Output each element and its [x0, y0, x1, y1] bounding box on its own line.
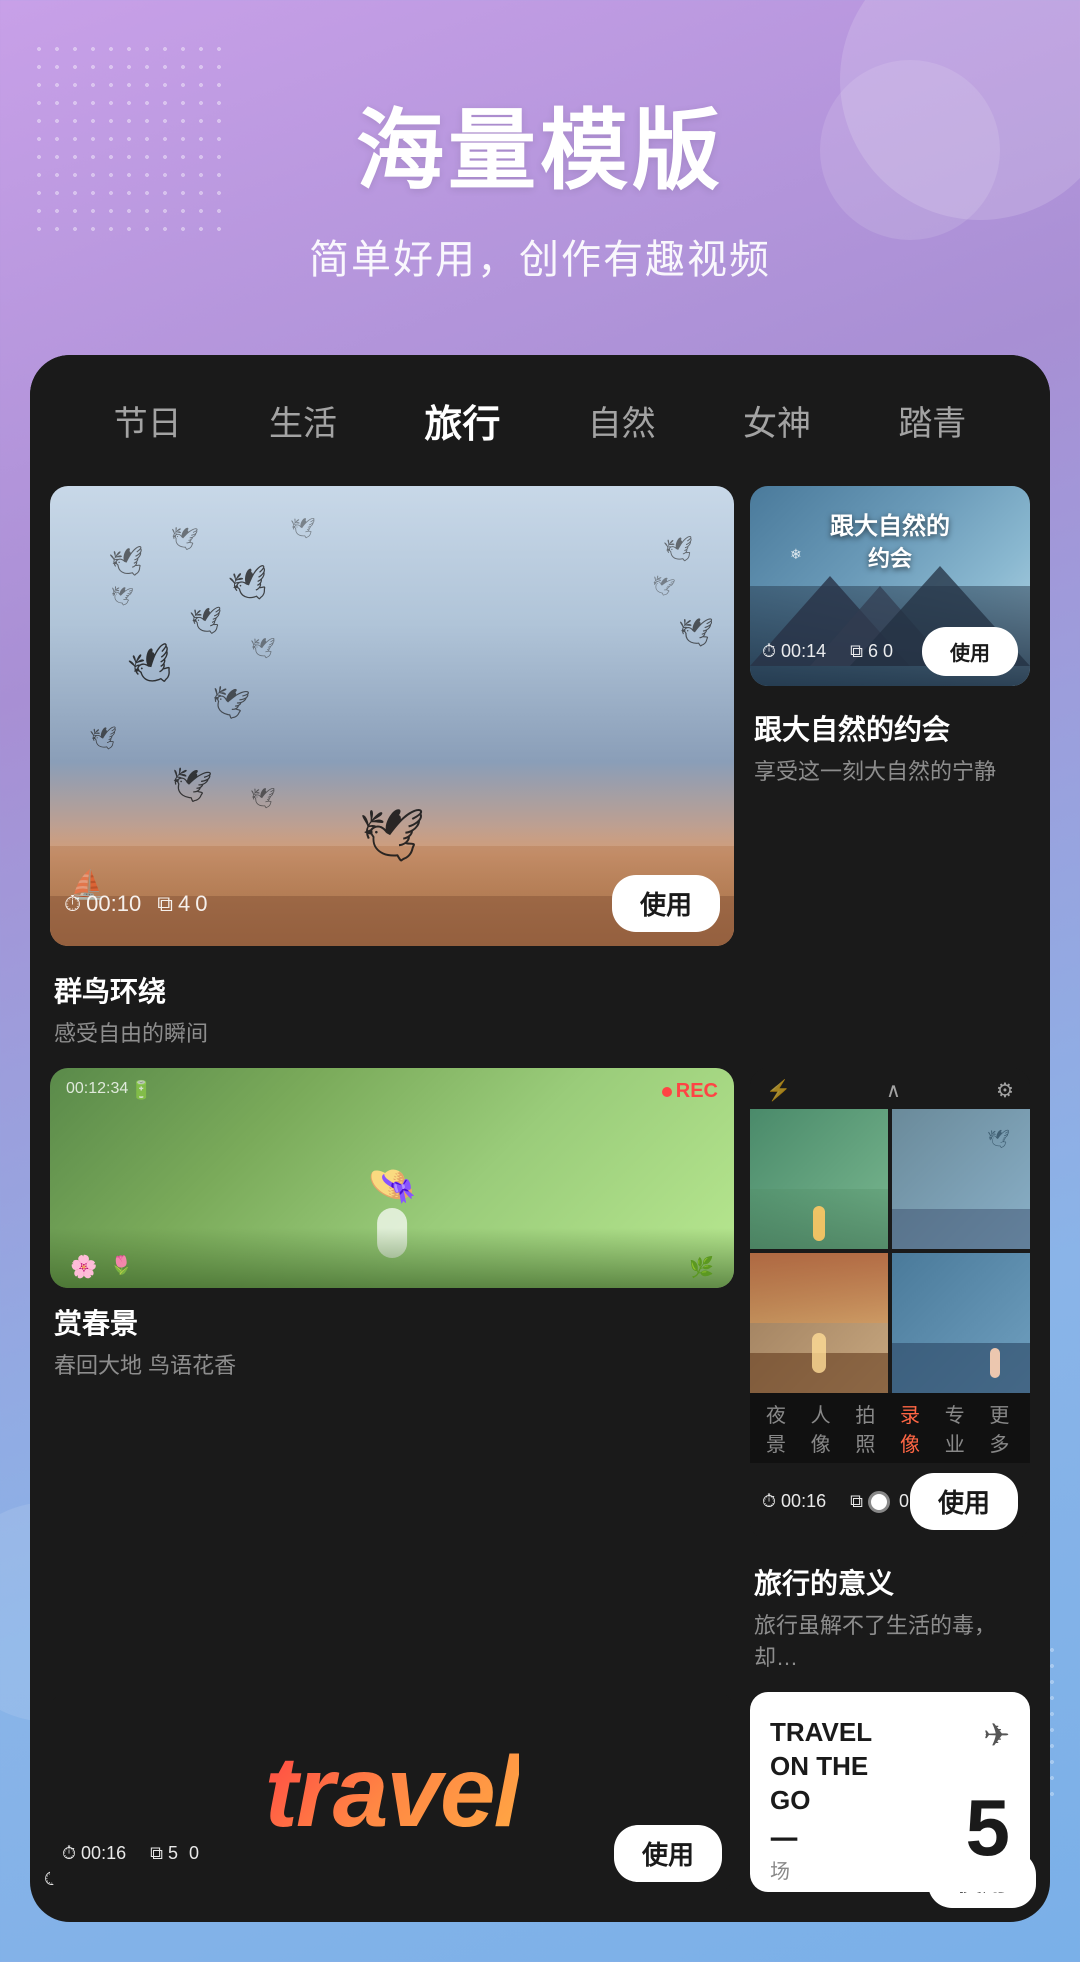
tog-content: TRAVEL ON THE GO 一 场 ✈ 5 [750, 1692, 1030, 1892]
travel-meaning-subtitle: 旅行虽解不了生活的毒，却… [754, 1608, 1026, 1672]
photo-grid-card[interactable]: ⚡ ∧ ⚙ 🕊 [750, 1068, 1030, 1540]
travel-on-go-card[interactable]: TRAVEL ON THE GO 一 场 ✈ 5 [750, 1692, 1030, 1892]
tab-spring-outing[interactable]: 踏青 [894, 388, 970, 453]
header: 海量模版 简单好用，创作有趣视频 [0, 0, 1080, 335]
tab-festival[interactable]: 节日 [110, 388, 186, 453]
birds-desc: 群鸟环绕 感受自由的瞬间 [50, 956, 1030, 1068]
tab-nature[interactable]: 自然 [584, 388, 660, 453]
camera-bar: 夜景 人像 拍照 录像 专业 更多 [750, 1393, 1030, 1463]
grid-photo-3 [750, 1253, 888, 1393]
birds-subtitle: 感受自由的瞬间 [54, 1016, 1026, 1048]
birds-count: ⧉ 4 0 [157, 891, 207, 917]
grid-photo-1 [750, 1109, 888, 1249]
main-card: 节日 生活 旅行 自然 女神 踏青 🕊 🕊 🕊 🕊 🕊 🕊 [30, 355, 1050, 1922]
travel-meaning-title: 旅行的意义 [754, 1562, 1026, 1602]
travel-on-go-section: TRAVEL ON THE GO 一 场 ✈ 5 [750, 1692, 1030, 1892]
cam-portrait: 人像 [811, 1399, 836, 1457]
spring-scene: REC 00:12:34 🔋 👒 🌸 [50, 1068, 734, 1288]
nature-desc: 跟大自然的约会 享受这一刻大自然的宁静 [750, 696, 1030, 802]
photo-grid: 🕊 [750, 1109, 1030, 1393]
page-subtitle: 简单好用，创作有趣视频 [40, 227, 1040, 285]
content-area: 🕊 🕊 🕊 🕊 🕊 🕊 🕊 🕊 🕊 🕊 🕊 🕊 🕊 🕊 🕊 [30, 476, 1050, 1922]
travel-word-meta: ⏱ 00:16 ⧉ 5 0 使用 [62, 1825, 722, 1882]
tab-travel[interactable]: 旅行 [420, 385, 504, 456]
bottom-row: travel ⏱ 00:16 ⧉ 5 0 使用 [50, 1692, 1030, 1892]
travel-duration: 00:16 [781, 1491, 826, 1512]
middle-row: REC 00:12:34 🔋 👒 🌸 [50, 1068, 1030, 1682]
settings-icon: ⚙ [996, 1078, 1014, 1103]
nature-subtitle: 享受这一刻大自然的宁静 [754, 754, 1026, 786]
spring-card[interactable]: REC 00:12:34 🔋 👒 🌸 [50, 1068, 734, 1288]
nature-card[interactable]: 🌲 🌲 跟大自然的 约会 ❄ ⏱ [750, 486, 1030, 686]
spring-title: 赏春景 [54, 1302, 730, 1342]
birds-title: 群鸟环绕 [54, 970, 1026, 1010]
grid-card-meta: ⏱ 00:16 ⧉ 0 使用 [750, 1463, 1030, 1540]
cam-pro: 专业 [945, 1399, 970, 1457]
page-title: 海量模版 [40, 80, 1040, 207]
right-bottom-col: ⚡ ∧ ⚙ 🕊 [750, 1068, 1030, 1682]
nature-duration: 00:14 [781, 641, 826, 662]
clock-icon: ⏱ [64, 891, 81, 917]
right-column: 🌲 🌲 跟大自然的 约会 ❄ ⏱ [750, 486, 1030, 946]
travel-word-use-button[interactable]: 使用 [614, 1825, 722, 1882]
tog-right: ✈ 5 [966, 1716, 1011, 1868]
nature-count: 6 [868, 641, 878, 662]
spring-section: REC 00:12:34 🔋 👒 🌸 [50, 1068, 734, 1682]
nature-title: 跟大自然的约会 [754, 708, 1026, 748]
tog-text-area: TRAVEL ON THE GO 一 场 [770, 1716, 966, 1868]
grid-card-header: ⚡ ∧ ⚙ [750, 1068, 1030, 1109]
tab-goddess[interactable]: 女神 [739, 388, 815, 453]
cam-video: 录像 [900, 1399, 925, 1457]
cam-photo: 拍照 [855, 1399, 880, 1457]
grid-photo-2: 🕊 [892, 1109, 1030, 1249]
rec-indicator: REC [662, 1080, 718, 1103]
spring-subtitle: 春回大地 鸟语花香 [54, 1348, 730, 1380]
top-row: 🕊 🕊 🕊 🕊 🕊 🕊 🕊 🕊 🕊 🕊 🕊 🕊 🕊 🕊 🕊 [50, 486, 1030, 946]
spring-desc: 赏春景 春回大地 鸟语花香 [50, 1288, 734, 1390]
travel-meaning-desc: 旅行的意义 旅行虽解不了生活的毒，却… [750, 1550, 1030, 1682]
travel-word-card[interactable]: travel ⏱ 00:16 ⧉ 5 0 使用 [50, 1692, 734, 1892]
grid-photo-4 [892, 1253, 1030, 1393]
birds-card[interactable]: 🕊 🕊 🕊 🕊 🕊 🕊 🕊 🕊 🕊 🕊 🕊 🕊 🕊 🕊 🕊 [50, 486, 734, 946]
nature-use-button[interactable]: 使用 [922, 627, 1018, 676]
cam-more: 更多 [989, 1399, 1014, 1457]
travel-meaning-use-button[interactable]: 使用 [910, 1473, 1018, 1530]
birds-meta-info: ⏱ 00:10 ⧉ 4 0 [64, 891, 600, 917]
cam-night: 夜景 [766, 1399, 791, 1457]
birds-duration: ⏱ 00:10 [64, 891, 141, 917]
birds-use-button[interactable]: 使用 [612, 875, 720, 932]
airplane-icon: ✈ [983, 1716, 1010, 1754]
chevron-icon: ∧ [886, 1078, 901, 1103]
category-tabs: 节日 生活 旅行 自然 女神 踏青 [30, 355, 1050, 476]
flash-icon: ⚡ [766, 1078, 791, 1103]
tab-life[interactable]: 生活 [265, 388, 341, 453]
tog-title: TRAVEL ON THE GO [770, 1716, 966, 1817]
layers-icon: ⧉ [157, 891, 173, 917]
birds-card-meta: ⏱ 00:10 ⧉ 4 0 使用 [64, 875, 720, 932]
tog-number: 5 [966, 1788, 1011, 1868]
